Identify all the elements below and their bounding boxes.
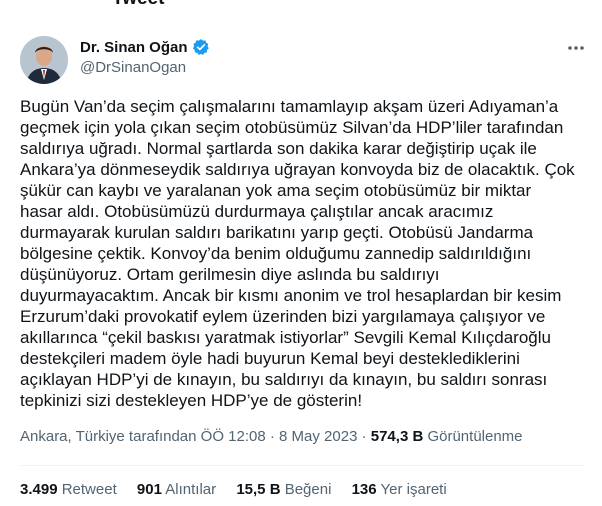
avatar-image xyxy=(20,36,68,84)
retweets-count: 3.499 xyxy=(20,481,58,498)
bookmarks-count: 136 xyxy=(351,481,377,498)
avatar[interactable] xyxy=(20,36,68,84)
retweets-stat[interactable]: 3.499 Retweet xyxy=(20,481,117,498)
views-label: Görüntülenme xyxy=(423,428,523,445)
bookmarks-stat[interactable]: 136 Yer işareti xyxy=(352,481,447,498)
divider xyxy=(20,465,585,466)
quotes-count: 901 xyxy=(136,481,162,498)
page-title: Tweet xyxy=(112,0,164,10)
quotes-label: Alıntılar xyxy=(165,481,217,498)
bookmarks-label: Yer işareti xyxy=(380,481,447,498)
author-handle[interactable]: @DrSinanOgan xyxy=(80,59,186,76)
tweet-meta: Ankara, Türkiye tarafından ÖÖ 12:08 · 8 … xyxy=(20,428,523,445)
retweets-label: Retweet xyxy=(61,481,117,498)
quotes-stat[interactable]: 901 Alıntılar xyxy=(137,481,216,498)
tweet-location-time[interactable]: Ankara, Türkiye tarafından ÖÖ 12:08 · 8 … xyxy=(20,428,371,445)
more-dots-icon[interactable] xyxy=(565,38,587,58)
likes-stat[interactable]: 15,5 B Beğeni xyxy=(236,481,331,498)
likes-label: Beğeni xyxy=(284,481,332,498)
views-count: 574,3 B xyxy=(370,428,424,445)
verified-badge-icon xyxy=(192,38,210,56)
likes-count: 15,5 B xyxy=(236,481,281,498)
top-bar: Tweet xyxy=(0,0,602,12)
author-name[interactable]: Dr. Sinan Oğan xyxy=(80,39,188,56)
tweet-stats: 3.499 Retweet 901 Alıntılar 15,5 B Beğen… xyxy=(20,481,463,498)
tweet-text: Bugün Van’da seçim çalışmalarını tamamla… xyxy=(20,97,575,410)
author-name-row[interactable]: Dr. Sinan Oğan xyxy=(80,38,210,56)
